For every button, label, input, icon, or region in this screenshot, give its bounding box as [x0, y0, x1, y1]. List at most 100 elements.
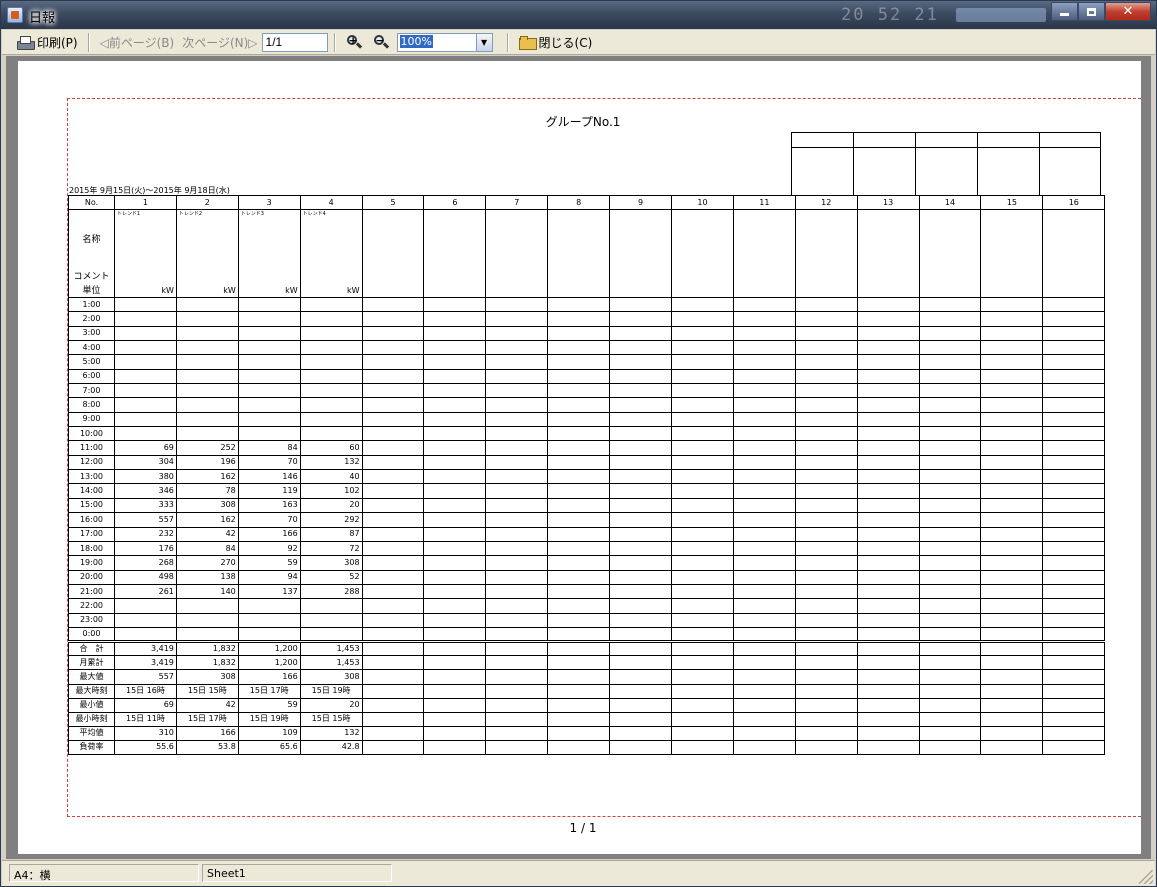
- name-cell: [1042, 209, 1106, 298]
- table-row: 23:00: [68, 612, 1106, 628]
- minimize-button[interactable]: [1051, 2, 1078, 21]
- summary-cell: [856, 711, 920, 727]
- time-cell: 4:00: [68, 340, 115, 356]
- value-cell: [114, 340, 177, 356]
- summary-cell: [794, 683, 858, 699]
- value-cell: [1042, 311, 1106, 327]
- value-cell: [856, 354, 920, 370]
- time-cell: 14:00: [68, 483, 115, 499]
- name-row: 名称 コメント 単位 トレンド1 kW トレンド2 kW トレンド3 kW トレンド4 kW: [68, 209, 1106, 298]
- value-cell: [485, 383, 549, 399]
- summary-cell: [609, 669, 673, 685]
- value-cell: [175, 598, 239, 614]
- minus-glyph: −: [375, 34, 385, 47]
- value-cell: [361, 383, 425, 399]
- value-cell: [237, 368, 301, 385]
- summary-cell: 166: [175, 725, 239, 741]
- value-cell: [980, 311, 1044, 327]
- value-cell: [361, 397, 425, 413]
- value-cell: [237, 397, 301, 413]
- time-cell: 6:00: [68, 368, 115, 385]
- value-cell: [732, 526, 796, 542]
- prev-page-button[interactable]: ◁前ページ(B): [96, 32, 179, 53]
- summary-cell: [609, 655, 673, 671]
- name-cell: [671, 209, 734, 298]
- value-cell: [485, 354, 549, 370]
- value-cell: [175, 368, 239, 385]
- value-cell: [1042, 368, 1106, 385]
- value-cell: [980, 626, 1044, 643]
- value-cell: [1042, 426, 1106, 442]
- next-page-button[interactable]: 次ページ(N)▷: [178, 32, 261, 53]
- value-cell: [794, 354, 858, 370]
- value-cell: [980, 555, 1044, 571]
- value-cell: [1042, 540, 1106, 557]
- value-cell: [1042, 583, 1106, 600]
- summary-cell: [547, 655, 611, 671]
- title-bar[interactable]: 日報 20 52 21 ✕: [1, 1, 1156, 29]
- page-input[interactable]: [261, 32, 328, 52]
- value-cell: [361, 598, 425, 614]
- value-cell: [175, 411, 239, 428]
- value-cell: [423, 540, 487, 557]
- column-number: 1: [114, 195, 177, 210]
- summary-row: 最小時刻 15日 11時 15日 17時 15日 19時 15日 15時: [68, 711, 1106, 727]
- value-cell: [609, 296, 673, 313]
- value-cell: [175, 612, 239, 628]
- chevron-down-icon[interactable]: ▼: [475, 33, 492, 51]
- close-window-button[interactable]: ✕: [1105, 2, 1151, 21]
- header-box: [976, 147, 1040, 196]
- summary-cell: [485, 697, 549, 713]
- value-cell: [423, 526, 487, 542]
- minimize-icon: [1060, 13, 1069, 16]
- table-row: 12:00 304 196 70 132: [68, 454, 1106, 471]
- value-cell: [547, 497, 611, 514]
- summary-label: 最小時刻: [68, 711, 115, 727]
- summary-cell: [547, 640, 611, 657]
- summary-cell: [732, 739, 796, 756]
- zoom-in-button[interactable]: +: [345, 33, 363, 51]
- header-box: [1038, 147, 1102, 196]
- summary-label: 最大時刻: [68, 683, 115, 699]
- time-cell: 15:00: [68, 497, 115, 514]
- value-cell: [423, 569, 487, 585]
- zoom-select[interactable]: 100% ▼: [396, 32, 493, 52]
- name-cell: [980, 209, 1044, 298]
- print-button[interactable]: 印刷(P): [12, 32, 82, 53]
- value-cell: [671, 526, 734, 542]
- zoom-out-button[interactable]: −: [372, 33, 390, 51]
- summary-cell: [423, 739, 487, 756]
- app-icon[interactable]: [7, 7, 23, 23]
- summary-cell: [794, 640, 858, 657]
- value-cell: [237, 383, 301, 399]
- time-cell: 19:00: [68, 555, 115, 571]
- value-cell: [175, 354, 239, 370]
- value-cell: [794, 512, 858, 528]
- table-row: 8:00: [68, 397, 1106, 413]
- summary-cell: [918, 739, 982, 756]
- close-button[interactable]: 閉じる(C): [515, 32, 597, 53]
- summary-cell: [671, 739, 734, 756]
- header-box: [976, 132, 1040, 148]
- table-row: 6:00: [68, 368, 1106, 385]
- value-cell: 102: [299, 483, 363, 499]
- value-cell: [175, 311, 239, 327]
- preview-area[interactable]: グループNo.1 2015年 9月15日(火)～2015年 9月18日(水) N…: [6, 56, 1151, 859]
- resize-grip-icon[interactable]: [1139, 870, 1153, 884]
- summary-cell: [856, 669, 920, 685]
- trend-name: トレンド3: [240, 211, 264, 217]
- value-cell: [1042, 325, 1106, 342]
- value-cell: [114, 426, 177, 442]
- summary-cell: [361, 725, 425, 741]
- value-cell: [856, 598, 920, 614]
- summary-cell: 308: [175, 669, 239, 685]
- value-cell: [794, 555, 858, 571]
- value-cell: [671, 296, 734, 313]
- zoom-value: 100%: [398, 34, 476, 51]
- value-cell: [237, 340, 301, 356]
- value-cell: [547, 454, 611, 471]
- maximize-button[interactable]: [1078, 2, 1105, 21]
- value-cell: [918, 598, 982, 614]
- value-cell: [114, 368, 177, 385]
- value-cell: [423, 296, 487, 313]
